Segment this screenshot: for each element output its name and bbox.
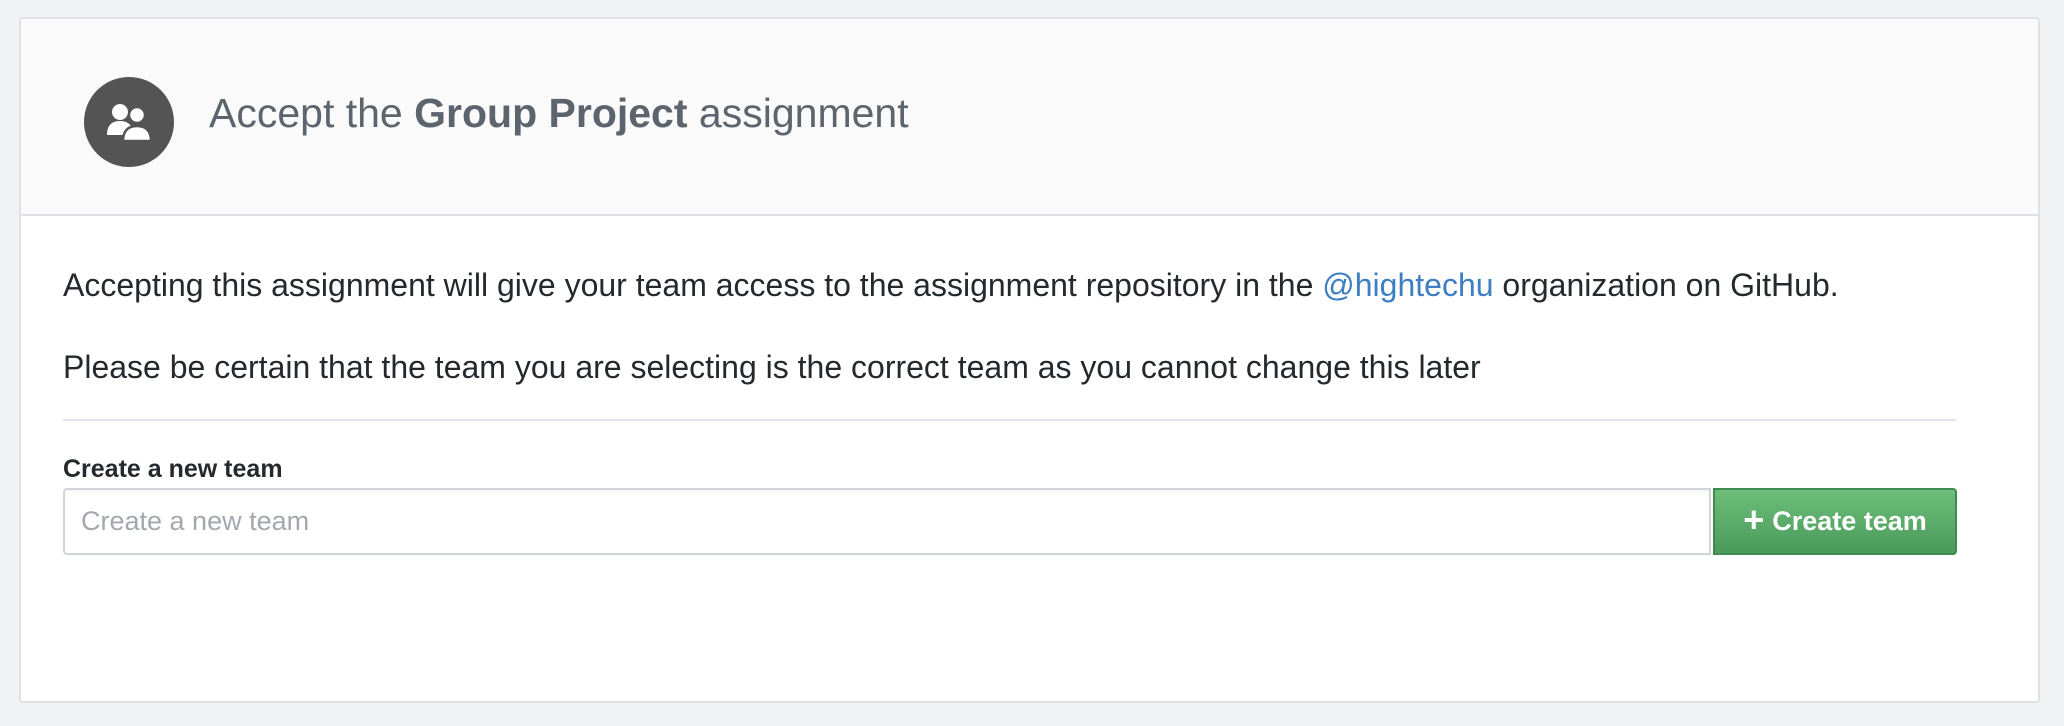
card-header: Accept the Group Project assignment [21,19,2038,216]
page-title: Accept the Group Project assignment [209,89,909,138]
title-suffix: assignment [698,90,909,136]
plus-icon: + [1743,499,1765,540]
divider [63,419,1956,421]
team-icon [107,104,152,143]
create-team-button[interactable]: + Create team [1713,488,1957,555]
team-name-input[interactable] [63,488,1711,555]
access-text-before: Accepting this assignment will give your… [63,267,1314,303]
access-text-after: organization on GitHub. [1502,267,1839,303]
create-team-button-label: Create team [1772,506,1927,536]
warning-text: Please be certain that the team you are … [63,349,1481,385]
assignment-name: Group Project [414,90,688,136]
team-avatar [84,77,174,167]
title-prefix: Accept the [209,90,403,136]
create-team-label: Create a new team [63,455,283,483]
org-link[interactable]: @hightechu [1322,267,1493,303]
access-description: Accepting this assignment will give your… [63,266,1839,304]
